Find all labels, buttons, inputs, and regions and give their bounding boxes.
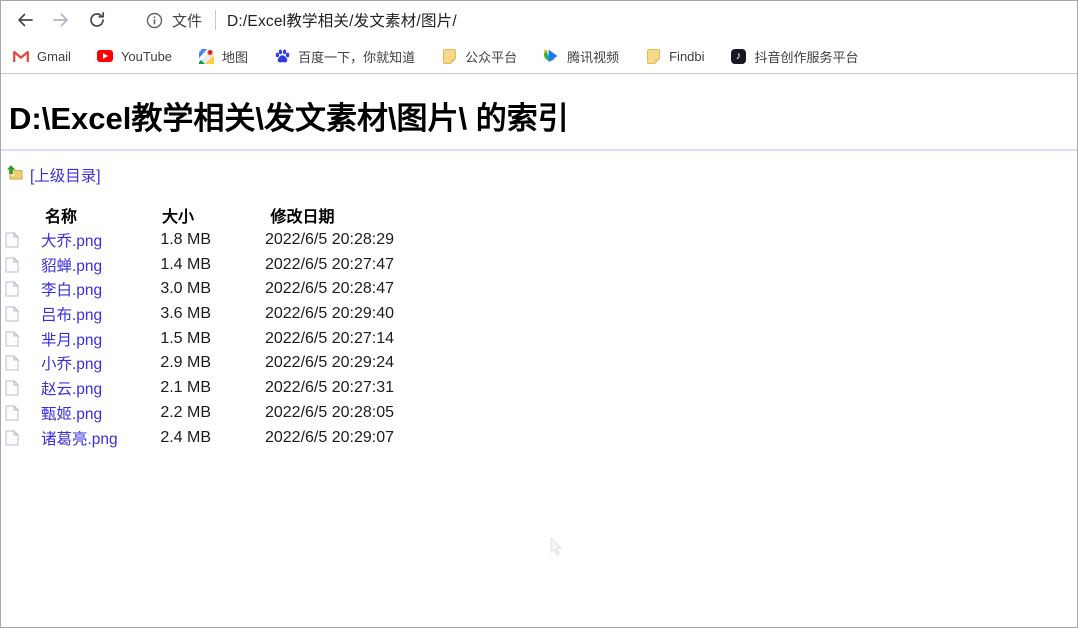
folder-up-icon <box>6 164 23 186</box>
address-separator <box>215 10 217 30</box>
file-size: 2.2 MB <box>160 403 211 421</box>
address-url[interactable]: D:/Excel教学相关/发文素材/图片/ <box>227 9 457 31</box>
bookmark-findbi[interactable]: Findbi <box>645 48 705 64</box>
bookmark-baidu[interactable]: 百度一下，你就知道 <box>274 47 415 66</box>
parent-directory-link[interactable]: [上级目录] <box>30 164 101 186</box>
file-link[interactable]: 貂蝉.png <box>41 258 102 275</box>
file-size: 3.6 MB <box>160 305 211 323</box>
parent-directory-row: [上级目录] <box>6 164 1077 186</box>
file-date: 2022/6/5 20:29:07 <box>264 428 394 446</box>
table-row: 诸葛亮.png 2.4 MB 2022/6/5 20:29:07 <box>5 425 1077 450</box>
file-date: 2022/6/5 20:27:14 <box>264 329 394 347</box>
table-row: 赵云.png 2.1 MB 2022/6/5 20:27:31 <box>5 376 1077 401</box>
refresh-icon <box>88 11 106 29</box>
file-icon <box>5 429 19 446</box>
file-size: 3.0 MB <box>160 280 211 298</box>
table-row: 吕布.png 3.6 MB 2022/6/5 20:29:40 <box>5 302 1077 327</box>
table-row: 芈月.png 1.5 MB 2022/6/5 20:27:14 <box>5 326 1077 351</box>
bookmark-gongzhong[interactable]: 公众平台 <box>441 47 517 66</box>
file-link[interactable]: 芈月.png <box>41 332 102 349</box>
bookmark-tencent-video[interactable]: 腾讯视频 <box>543 47 619 66</box>
browser-toolbar: 文件 D:/Excel教学相关/发文素材/图片/ <box>1 1 1077 39</box>
page-title: D:\Excel教学相关\发文素材\图片\ 的索引 <box>9 101 569 136</box>
file-size: 2.9 MB <box>160 354 211 372</box>
file-link[interactable]: 小乔.png <box>41 356 102 373</box>
bookmark-gmail[interactable]: Gmail <box>13 48 71 64</box>
file-size: 2.4 MB <box>160 428 211 446</box>
google-maps-icon <box>198 48 214 64</box>
tencent-video-icon <box>543 48 559 64</box>
file-size: 1.5 MB <box>160 329 211 347</box>
file-size: 1.8 MB <box>160 231 211 249</box>
file-date: 2022/6/5 20:29:24 <box>264 354 394 372</box>
bookmark-douyin[interactable]: ♪ 抖音创作服务平台 <box>731 47 859 66</box>
forward-button[interactable] <box>51 10 71 30</box>
forward-icon <box>52 11 70 29</box>
file-date: 2022/6/5 20:28:05 <box>264 403 394 421</box>
table-row: 貂蝉.png 1.4 MB 2022/6/5 20:27:47 <box>5 252 1077 277</box>
file-date: 2022/6/5 20:28:47 <box>264 280 394 298</box>
title-divider <box>1 149 1077 151</box>
file-link[interactable]: 大乔.png <box>41 233 102 250</box>
column-header-date: 修改日期 <box>270 209 335 227</box>
file-link[interactable]: 李白.png <box>41 282 102 299</box>
gmail-icon <box>13 48 29 64</box>
listing-header-row: 名称 大小 修改日期 <box>5 203 1077 228</box>
douyin-icon: ♪ <box>731 48 747 64</box>
file-listing: 名称 大小 修改日期 大乔.png 1.8 MB 2022/6/5 20:28:… <box>1 203 1077 450</box>
file-link[interactable]: 诸葛亮.png <box>41 431 118 448</box>
bookmark-maps[interactable]: 地图 <box>198 47 248 66</box>
file-icon <box>5 355 19 371</box>
youtube-icon <box>96 48 113 64</box>
table-row: 李白.png 3.0 MB 2022/6/5 20:28:47 <box>5 277 1077 302</box>
bookmark-label: 百度一下，你就知道 <box>298 49 416 65</box>
file-icon <box>5 256 19 273</box>
table-row: 大乔.png 1.8 MB 2022/6/5 20:28:29 <box>5 228 1077 253</box>
file-date: 2022/6/5 20:27:31 <box>264 379 394 397</box>
page-info-button[interactable] <box>145 10 163 30</box>
file-size: 1.4 MB <box>160 255 211 273</box>
column-header-name: 名称 <box>45 209 78 227</box>
file-link[interactable]: 吕布.png <box>41 307 102 324</box>
refresh-button[interactable] <box>87 10 107 30</box>
bookmark-label: Gmail <box>37 48 71 64</box>
file-icon <box>5 330 19 347</box>
file-icon <box>5 306 19 322</box>
yellow-doc-icon <box>441 48 457 64</box>
yellow-doc-icon <box>645 48 661 64</box>
table-row: 甄姬.png 2.2 MB 2022/6/5 20:28:05 <box>5 401 1077 426</box>
scheme-label: 文件 <box>172 12 203 30</box>
file-link[interactable]: 赵云.png <box>41 381 102 398</box>
file-date: 2022/6/5 20:29:40 <box>264 305 394 323</box>
file-icon <box>5 404 19 421</box>
bookmark-label: 公众平台 <box>465 49 518 65</box>
file-date: 2022/6/5 20:27:47 <box>264 255 394 273</box>
back-icon <box>16 11 34 29</box>
file-link[interactable]: 甄姬.png <box>41 406 102 423</box>
bookmarks-bar: Gmail YouTube 地图 百度一下，你就知道 公众平台 腾讯视频 Fin… <box>1 39 1077 74</box>
file-size: 2.1 MB <box>160 379 211 397</box>
file-icon <box>5 232 19 248</box>
info-icon <box>146 12 163 29</box>
bookmark-label: Findbi <box>669 48 705 64</box>
bookmark-youtube[interactable]: YouTube <box>96 48 173 64</box>
table-row: 小乔.png 2.9 MB 2022/6/5 20:29:24 <box>5 351 1077 376</box>
browser-window: 文件 D:/Excel教学相关/发文素材/图片/ Gmail YouTube 地… <box>0 0 1078 628</box>
bookmark-label: 地图 <box>222 49 249 65</box>
bookmark-label: 抖音创作服务平台 <box>754 49 859 65</box>
baidu-icon <box>274 48 290 64</box>
file-icon <box>5 281 19 297</box>
file-icon <box>5 380 19 396</box>
bookmark-label: 腾讯视频 <box>567 49 620 65</box>
column-header-size: 大小 <box>161 209 194 227</box>
directory-index-page: D:\Excel教学相关\发文素材\图片\ 的索引 [上级目录] 名称 大小 修… <box>1 74 1077 627</box>
mouse-cursor-icon <box>549 536 565 562</box>
bookmark-label: YouTube <box>120 48 173 64</box>
file-date: 2022/6/5 20:28:29 <box>264 231 394 249</box>
back-button[interactable] <box>15 10 35 30</box>
